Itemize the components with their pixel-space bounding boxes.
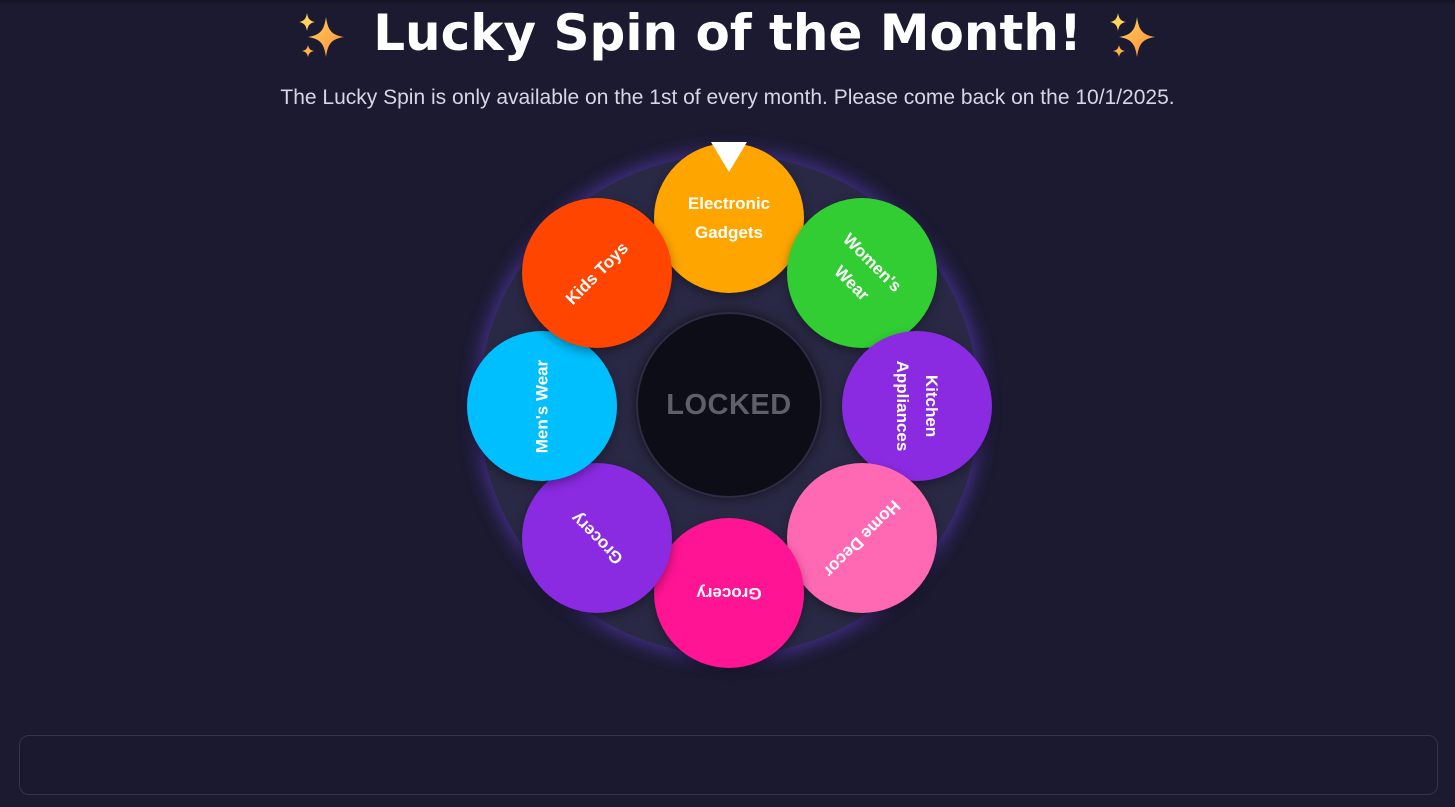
wheel-segment: Grocery	[654, 518, 804, 668]
result-panel	[19, 735, 1438, 795]
wheel-segment-label: Home Decor	[819, 495, 905, 581]
wheel-segment-label: Men's Wear	[532, 359, 552, 453]
wheel-segment: Men's Wear	[467, 331, 617, 481]
spin-button[interactable]: LOCKED	[636, 312, 822, 498]
wheel-segment: Home Decor	[787, 463, 937, 613]
wheel-segment: Kitchen Appliances	[842, 331, 992, 481]
page-title: Lucky Spin of the Month!	[0, 2, 1455, 64]
wheel-segment-label: Kids Toys	[561, 238, 632, 309]
availability-message: The Lucky Spin is only available on the …	[280, 86, 1175, 109]
wheel-segment: Kids Toys	[522, 198, 672, 348]
page-title-text: Lucky Spin of the Month!	[373, 4, 1082, 62]
wheel-segment: Women's Wear	[787, 198, 937, 348]
wheel-segment-label: Kitchen Appliances	[893, 360, 941, 452]
wheel-segment-label: Women's Wear	[830, 229, 906, 305]
sparkles-icon	[296, 11, 348, 63]
wheel-segment-label: Grocery	[567, 508, 627, 568]
sparkles-icon	[1107, 11, 1159, 63]
wheel-segment-label: Grocery	[696, 583, 762, 603]
wheel-pointer-icon	[711, 142, 747, 172]
spin-button-label: LOCKED	[666, 388, 792, 421]
wheel-segment: Grocery	[522, 463, 672, 613]
wheel-segment-label: Electronic Gadgets	[687, 194, 771, 242]
